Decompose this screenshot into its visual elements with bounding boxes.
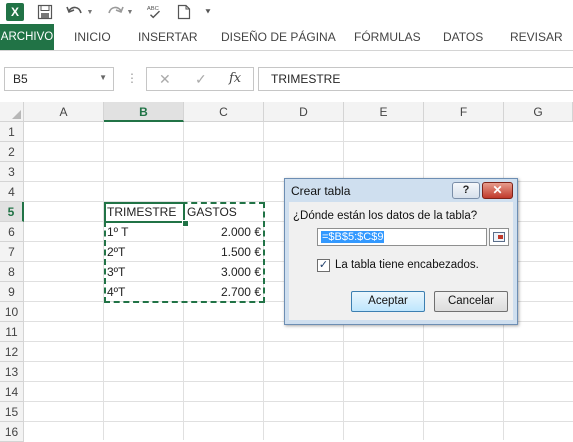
help-button[interactable]: ? — [452, 182, 480, 199]
redo-dropdown-icon[interactable]: ▼ — [126, 2, 134, 22]
tab-insertar[interactable]: INSERTAR — [138, 24, 198, 50]
row-header-12[interactable]: 12 — [0, 342, 24, 362]
has-headers-checkbox[interactable]: ✓ — [317, 259, 330, 272]
undo-dropdown-icon[interactable]: ▼ — [86, 2, 94, 22]
tab-datos[interactable]: DATOS — [443, 24, 483, 50]
customize-qat-icon[interactable]: ⯆ — [202, 2, 214, 22]
range-value: =$B$5:$C$9 — [321, 231, 385, 243]
enter-entry-icon[interactable]: ✓ — [195, 71, 207, 88]
name-box-value: B5 — [13, 72, 28, 86]
cell-b5[interactable]: TRIMESTRE — [104, 202, 184, 222]
collapse-dialog-icon — [493, 232, 505, 242]
row-header-2[interactable]: 2 — [0, 142, 24, 162]
cell-b6[interactable]: 1º T — [104, 222, 184, 242]
cell-b7[interactable]: 2ºT — [104, 242, 184, 262]
row-header-1[interactable]: 1 — [0, 122, 24, 142]
row-header-5[interactable]: 5 — [0, 202, 24, 222]
row-header-6[interactable]: 6 — [0, 222, 24, 242]
accept-button[interactable]: Aceptar — [351, 291, 425, 312]
svg-text:ABC: ABC — [147, 6, 159, 12]
excel-icon[interactable]: X — [6, 3, 24, 21]
range-question-label: ¿Dónde están los datos de la tabla? — [293, 210, 478, 222]
tab-inicio[interactable]: INICIO — [74, 24, 111, 50]
row-header-14[interactable]: 14 — [0, 382, 24, 402]
row-header-15[interactable]: 15 — [0, 402, 24, 422]
dialog-title: Crear tabla — [291, 184, 351, 198]
cell-c7[interactable]: 1.500 € — [184, 242, 264, 262]
row-header-7[interactable]: 7 — [0, 242, 24, 262]
column-header-b[interactable]: B — [104, 102, 184, 122]
name-box[interactable]: B5 ▼ — [4, 67, 114, 91]
cell-c6[interactable]: 2.000 € — [184, 222, 264, 242]
row-header-3[interactable]: 3 — [0, 162, 24, 182]
fill-handle[interactable] — [182, 220, 189, 227]
formula-value: TRIMESTRE — [271, 72, 341, 86]
redo-icon[interactable] — [106, 2, 124, 22]
save-icon[interactable] — [36, 2, 54, 22]
cell-c9[interactable]: 2.700 € — [184, 282, 264, 302]
range-input[interactable]: =$B$5:$C$9 — [317, 228, 487, 246]
chevron-down-icon[interactable]: ▼ — [99, 73, 107, 82]
vertical-dots-icon: ⋮ — [126, 71, 138, 85]
row-header-8[interactable]: 8 — [0, 262, 24, 282]
create-table-dialog: Crear tabla ? ✕ ¿Dónde están los datos d… — [284, 178, 518, 325]
has-headers-label[interactable]: La tabla tiene encabezados. — [335, 259, 479, 271]
row-header-4[interactable]: 4 — [0, 182, 24, 202]
column-header-g[interactable]: G — [504, 102, 573, 122]
cell-b8[interactable]: 3ºT — [104, 262, 184, 282]
new-document-icon[interactable] — [176, 2, 192, 22]
quick-access-toolbar: X ▼ ▼ ABC ⯆ — [0, 0, 573, 24]
column-header-a[interactable]: A — [24, 102, 104, 122]
column-header-f[interactable]: F — [424, 102, 504, 122]
column-header-d[interactable]: D — [264, 102, 344, 122]
tab-revisar[interactable]: REVISAR — [510, 24, 563, 50]
row-header-9[interactable]: 9 — [0, 282, 24, 302]
tab-formulas[interactable]: FÓRMULAS — [354, 24, 421, 50]
row-header-16[interactable]: 16 — [0, 422, 24, 442]
formula-input[interactable]: TRIMESTRE — [258, 67, 573, 91]
formula-bar-area: B5 ▼ ⋮ ✕ ✓ fx TRIMESTRE — [0, 50, 573, 103]
cell-c8[interactable]: 3.000 € — [184, 262, 264, 282]
tab-diseno-de-pagina[interactable]: DISEÑO DE PÁGINA — [221, 24, 336, 50]
ribbon-tabs: ARCHIVO INICIO INSERTAR DISEÑO DE PÁGINA… — [0, 24, 573, 50]
row-header-11[interactable]: 11 — [0, 322, 24, 342]
close-button[interactable]: ✕ — [482, 182, 513, 199]
insert-function-icon[interactable]: fx — [229, 71, 241, 86]
undo-icon[interactable] — [66, 2, 84, 22]
formula-buttons: ✕ ✓ fx — [146, 67, 254, 91]
column-header-e[interactable]: E — [344, 102, 424, 122]
select-all-triangle-icon — [12, 110, 21, 119]
row-header-10[interactable]: 10 — [0, 302, 24, 322]
collapse-dialog-button[interactable] — [489, 228, 509, 246]
cell-b9[interactable]: 4ºT — [104, 282, 184, 302]
cancel-button[interactable]: Cancelar — [434, 291, 508, 312]
cell-c5[interactable]: GASTOS — [184, 202, 264, 222]
select-all-corner[interactable] — [0, 102, 24, 122]
dialog-body: ¿Dónde están los datos de la tabla? =$B$… — [289, 202, 513, 320]
tab-archivo[interactable]: ARCHIVO — [0, 24, 54, 50]
spelling-icon[interactable]: ABC — [146, 2, 164, 22]
row-header-13[interactable]: 13 — [0, 362, 24, 382]
column-header-c[interactable]: C — [184, 102, 264, 122]
cancel-entry-icon[interactable]: ✕ — [159, 71, 171, 88]
